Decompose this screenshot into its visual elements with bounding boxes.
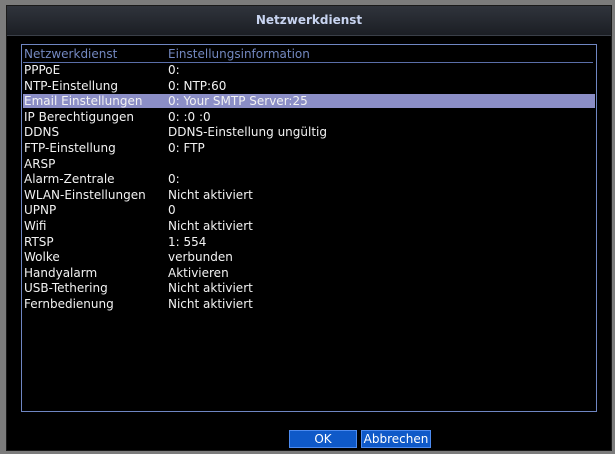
table-row[interactable]: UPNP 0 [23, 203, 595, 217]
table-row[interactable]: FTP-Einstellung 0: FTP [23, 141, 595, 155]
table-row[interactable]: Handyalarm Aktivieren [23, 266, 595, 280]
service-info: Nicht aktiviert [168, 297, 253, 311]
table-row[interactable]: PPPoE 0: [23, 63, 595, 77]
service-name: USB-Tethering [24, 281, 108, 296]
service-name: WLAN-Einstellungen [24, 187, 146, 202]
column-header-service: Netzwerkdienst [24, 47, 118, 61]
service-name: Email Einstellungen [24, 94, 143, 109]
service-name: UPNP [24, 203, 57, 218]
service-name: ARSP [24, 156, 56, 171]
service-name: Wifi [24, 219, 47, 233]
service-name: DDNS [24, 125, 60, 140]
service-info: 0 [168, 203, 176, 218]
service-info: Aktivieren [168, 265, 229, 280]
service-name: Handyalarm [24, 265, 98, 280]
service-info: verbunden [168, 250, 233, 265]
table-row[interactable]: Alarm-Zentrale 0: [23, 172, 595, 186]
service-info: 0: :0 :0 [168, 109, 211, 124]
table-row[interactable]: Fernbedienung Nicht aktiviert [23, 297, 595, 311]
service-info: 0: [168, 172, 180, 187]
service-list[interactable]: Netzwerkdienst Einstellungsinformation P… [21, 44, 597, 412]
service-name: Fernbedienung [24, 297, 114, 311]
service-name: PPPoE [24, 63, 61, 77]
service-name: FTP-Einstellung [24, 141, 116, 155]
service-name: Alarm-Zentrale [24, 172, 115, 187]
table-row[interactable]: Wifi Nicht aktiviert [23, 219, 595, 233]
network-service-dialog: Netzwerkdienst Netzwerkdienst Einstellun… [6, 5, 612, 451]
service-name: IP Berechtigungen [24, 109, 134, 124]
column-header-info: Einstellungsinformation [168, 47, 310, 61]
table-row[interactable]: NTP-Einstellung 0: NTP:60 [23, 79, 595, 93]
service-info: 0: NTP:60 [168, 78, 227, 93]
ok-button[interactable]: OK [289, 430, 357, 448]
table-row[interactable]: ARSP [23, 157, 595, 171]
service-name: NTP-Einstellung [24, 78, 118, 93]
service-info: Nicht aktiviert [168, 281, 253, 296]
table-row[interactable]: WLAN-Einstellungen Nicht aktiviert [23, 188, 595, 202]
dialog-title: Netzwerkdienst [7, 6, 611, 36]
service-info: 0: Your SMTP Server:25 [168, 94, 308, 109]
service-info: 1: 554 [168, 234, 207, 249]
service-info: Nicht aktiviert [168, 187, 253, 202]
table-row[interactable]: RTSP 1: 554 [23, 235, 595, 249]
table-row[interactable]: DDNS DDNS-Einstellung ungültig [23, 125, 595, 139]
service-info: 0: [168, 63, 180, 77]
service-info: DDNS-Einstellung ungültig [168, 125, 327, 140]
table-row[interactable]: IP Berechtigungen 0: :0 :0 [23, 110, 595, 124]
service-name: RTSP [24, 234, 54, 249]
service-name: Wolke [24, 250, 60, 265]
table-row[interactable]: Wolke verbunden [23, 250, 595, 264]
cancel-button[interactable]: Abbrechen [361, 430, 431, 448]
service-info: 0: FTP [168, 141, 205, 155]
service-info: Nicht aktiviert [168, 219, 253, 233]
table-row[interactable]: Email Einstellungen 0: Your SMTP Server:2… [23, 94, 595, 109]
list-header: Netzwerkdienst Einstellungsinformation [23, 47, 595, 63]
table-row[interactable]: USB-Tethering Nicht aktiviert [23, 281, 595, 295]
